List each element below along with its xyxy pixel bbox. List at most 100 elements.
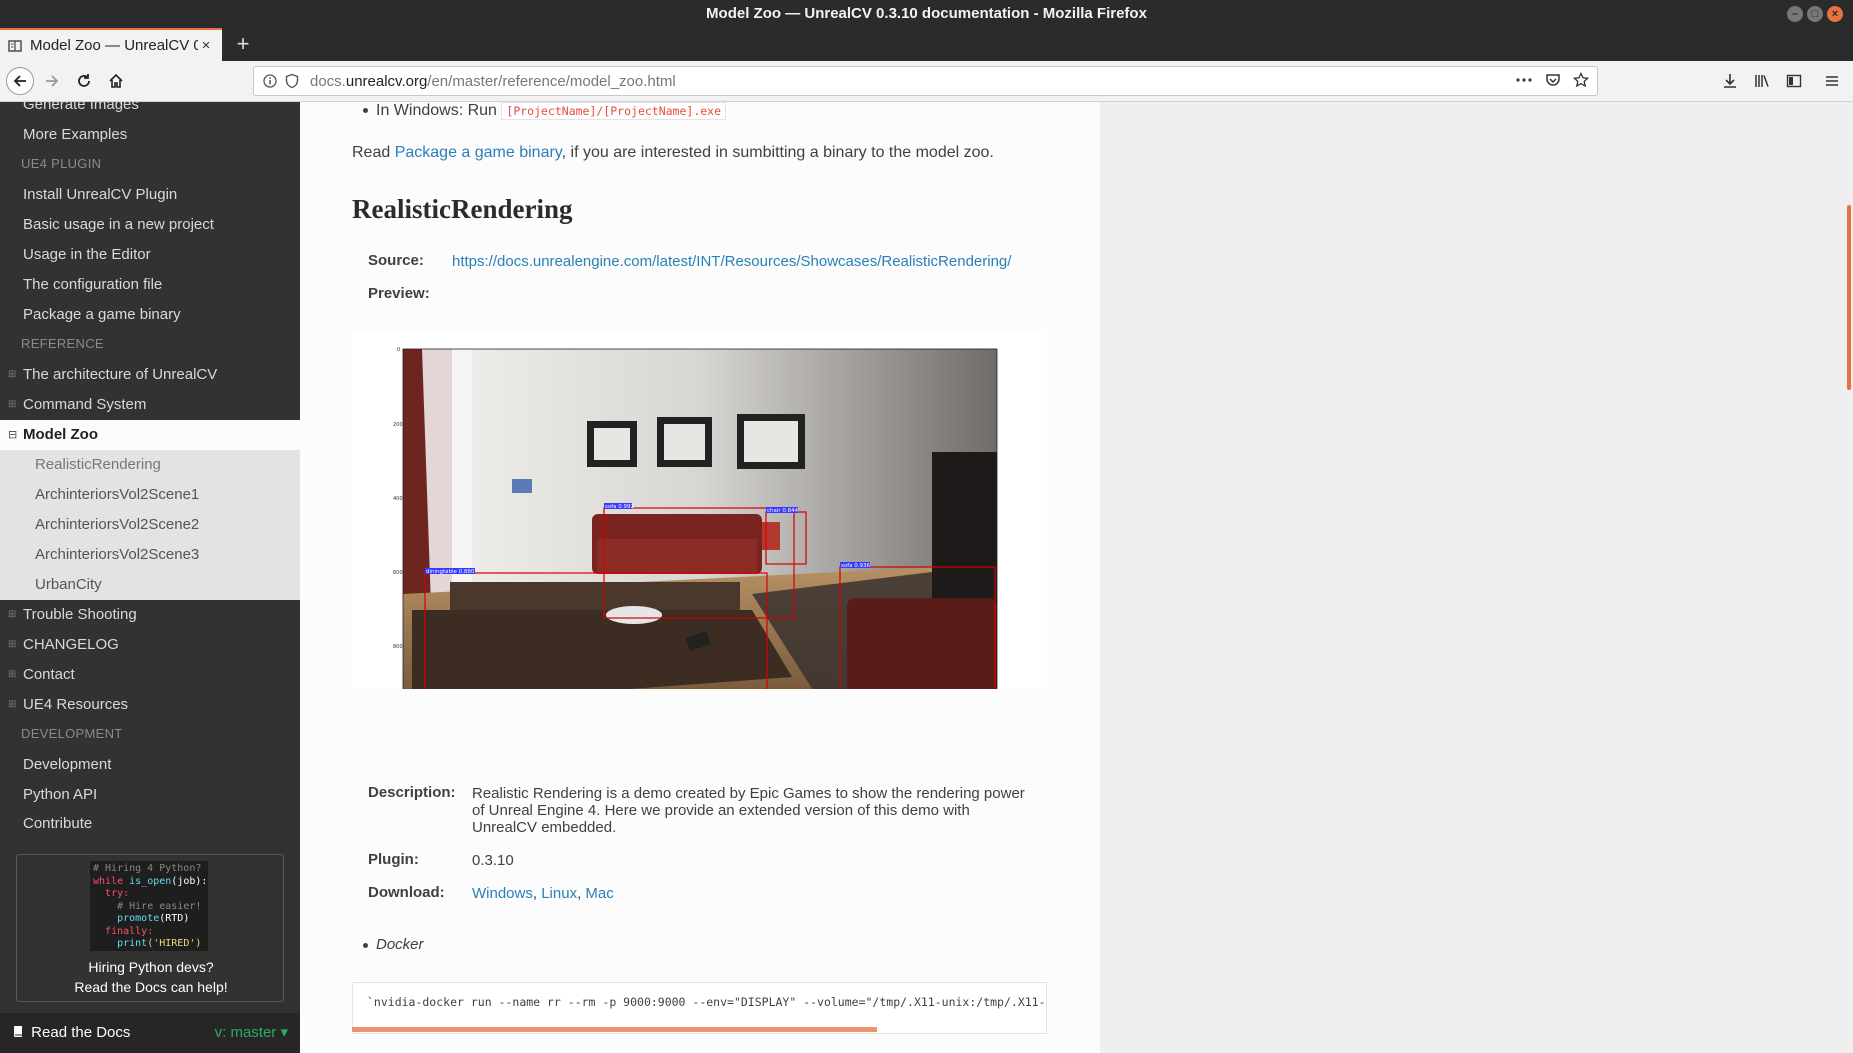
sidebar-item-more-examples[interactable]: More Examples (0, 120, 300, 150)
download-linux-link[interactable]: Linux (541, 885, 577, 902)
sidebar-item-command-system[interactable]: ⊞ Command System (0, 390, 300, 420)
sidebar-item-trouble-shooting[interactable]: ⊞ Trouble Shooting (0, 600, 300, 630)
more-actions-icon[interactable] (1515, 72, 1533, 88)
section-heading: RealisticRendering (352, 194, 573, 224)
package-binary-link[interactable]: Package a game binary (395, 144, 562, 161)
detection-label: sofa 0.936 (841, 563, 871, 569)
arrow-left-icon (13, 75, 26, 87)
sidebar-item-python-api[interactable]: Python API (0, 780, 300, 810)
bookmark-star-icon[interactable] (1573, 72, 1589, 88)
window-title-bar: Model Zoo — UnrealCV 0.3.10 documentatio… (0, 0, 1853, 28)
rtd-version-bar[interactable]: Read the Docs v: master ▾ (0, 1013, 300, 1053)
window-controls: – □ × (1787, 6, 1843, 22)
pocket-icon[interactable] (1545, 72, 1561, 88)
sidebar-item-usage-editor[interactable]: Usage in the Editor (0, 240, 300, 270)
sidebar-item-model-zoo-current[interactable]: ⊟ Model Zoo (0, 420, 300, 450)
sidebar-item-label: Contact (23, 666, 75, 683)
tab-model-zoo[interactable]: Model Zoo — UnrealCV 0 × (0, 28, 222, 61)
y-tick: 800 (393, 644, 403, 650)
ad-code-token: while (93, 875, 124, 887)
sidebar-item-generate-images[interactable]: Generate Images (0, 102, 300, 120)
version-label: v: master (214, 1024, 277, 1041)
expand-icon[interactable]: ⊞ (8, 630, 16, 660)
sidebar-item-label: CHANGELOG (23, 636, 119, 653)
ad-text-line: Hiring Python devs? (88, 959, 214, 975)
sidebar-item-contribute[interactable]: Contribute (0, 809, 300, 839)
detection-preview-image: sofa 0.992 chair 0.844 diningtable 0.880… (393, 347, 998, 730)
download-windows-link[interactable]: Windows (472, 885, 533, 902)
ad-code-token: promote (117, 913, 160, 924)
sidebar-item-changelog[interactable]: ⊞ CHANGELOG (0, 630, 300, 660)
shield-icon (285, 73, 299, 89)
sidebar-item-basic-usage[interactable]: Basic usage in a new project (0, 210, 300, 240)
sidebar-item-ue4-resources[interactable]: ⊞ UE4 Resources (0, 690, 300, 720)
new-tab-button[interactable]: + (230, 31, 256, 57)
version-selector[interactable]: v: master ▾ (215, 1013, 288, 1053)
source-label: Source: (368, 252, 424, 269)
sidebar-item-architecture[interactable]: ⊞ The architecture of UnrealCV (0, 360, 300, 390)
sidebar-sub-urbancity[interactable]: UrbanCity (35, 570, 102, 600)
sidebar-item-contact[interactable]: ⊞ Contact (0, 660, 300, 690)
url-bar[interactable]: docs. unrealcv.org/en/master/reference/mo… (253, 66, 1598, 96)
rtd-label: Read the Docs (31, 1024, 131, 1041)
expand-icon[interactable]: ⊞ (8, 390, 16, 420)
sidebar-item-package-binary[interactable]: Package a game binary (0, 300, 300, 330)
page-scrollbar[interactable] (1847, 205, 1851, 390)
ad-code-image: # Hiring 4 Python? while is_open(job): t… (90, 861, 208, 951)
detection-label: sofa 0.992 (605, 504, 634, 510)
home-button[interactable] (102, 67, 130, 95)
detection-label: chair 0.844 (767, 508, 799, 514)
forward-button[interactable] (38, 67, 66, 95)
back-button[interactable] (6, 67, 34, 95)
minimize-button[interactable]: – (1787, 6, 1803, 22)
expand-icon[interactable]: ⊞ (8, 660, 16, 690)
paragraph-text: , if you are interested in sumbitting a … (561, 144, 994, 161)
list-item-text: Docker (376, 936, 424, 953)
maximize-button[interactable]: □ (1807, 6, 1823, 22)
sidebar-toggle-button[interactable] (1780, 67, 1808, 95)
sidebar-subsection: RealisticRendering ArchinteriorsVol2Scen… (0, 450, 300, 600)
home-icon (109, 73, 123, 88)
docker-command: `nvidia-docker run --name rr --rm -p 900… (367, 995, 1046, 1009)
book-icon (14, 1026, 22, 1037)
paragraph-text: Read (352, 144, 391, 161)
downloads-button[interactable] (1716, 67, 1744, 95)
sidebar-sub-realistic-rendering[interactable]: RealisticRendering (35, 450, 161, 480)
sidebar-icon (1786, 74, 1802, 88)
ad-code-token: (job): (171, 875, 208, 887)
main-content: In Windows: Run [ProjectName]/[ProjectNa… (300, 102, 1100, 1053)
sidebar-item-development[interactable]: Development (0, 750, 300, 780)
preview-label: Preview: (368, 285, 430, 302)
menu-button[interactable] (1818, 67, 1846, 95)
expand-icon[interactable]: ⊞ (8, 600, 16, 630)
y-tick: 0 (397, 347, 400, 353)
y-tick: 400 (393, 496, 403, 502)
sidebar-item-label: UE4 Resources (23, 696, 129, 713)
sidebar-item-config-file[interactable]: The configuration file (0, 270, 300, 300)
close-tab-icon[interactable]: × (198, 37, 214, 54)
reload-button[interactable] (70, 67, 98, 95)
info-icon (263, 74, 277, 88)
sidebar-caption-reference: REFERENCE (21, 336, 104, 351)
collapse-icon[interactable]: ⊟ (8, 420, 17, 450)
sponsor-ad[interactable]: # Hiring 4 Python? while is_open(job): t… (16, 854, 284, 1002)
source-link[interactable]: https://docs.unrealengine.com/latest/INT… (452, 253, 1011, 270)
hamburger-icon (1826, 76, 1838, 86)
library-button[interactable] (1748, 67, 1776, 95)
url-host: unrealcv.org (345, 72, 428, 90)
expand-icon[interactable]: ⊞ (8, 360, 16, 390)
download-mac-link[interactable]: Mac (585, 885, 613, 902)
sidebar-item-install-plugin[interactable]: Install UnrealCV Plugin (0, 180, 300, 210)
library-icon (1755, 75, 1769, 87)
sidebar-sub-archinteriors-2[interactable]: ArchinteriorsVol2Scene2 (35, 510, 199, 540)
sidebar-sub-archinteriors-3[interactable]: ArchinteriorsVol2Scene3 (35, 540, 199, 570)
sidebar-sub-archinteriors-1[interactable]: ArchinteriorsVol2Scene1 (35, 480, 199, 510)
arrow-right-icon (46, 75, 59, 87)
navigation-toolbar: docs. unrealcv.org/en/master/reference/mo… (0, 61, 1853, 102)
code-horizontal-scrollbar[interactable] (352, 1027, 877, 1032)
close-window-button[interactable]: × (1827, 6, 1843, 22)
ad-text-line: Read the Docs can help! (74, 979, 228, 995)
expand-icon[interactable]: ⊞ (8, 690, 16, 720)
separator: , (532, 885, 542, 902)
ad-code-line: try: (105, 888, 130, 899)
